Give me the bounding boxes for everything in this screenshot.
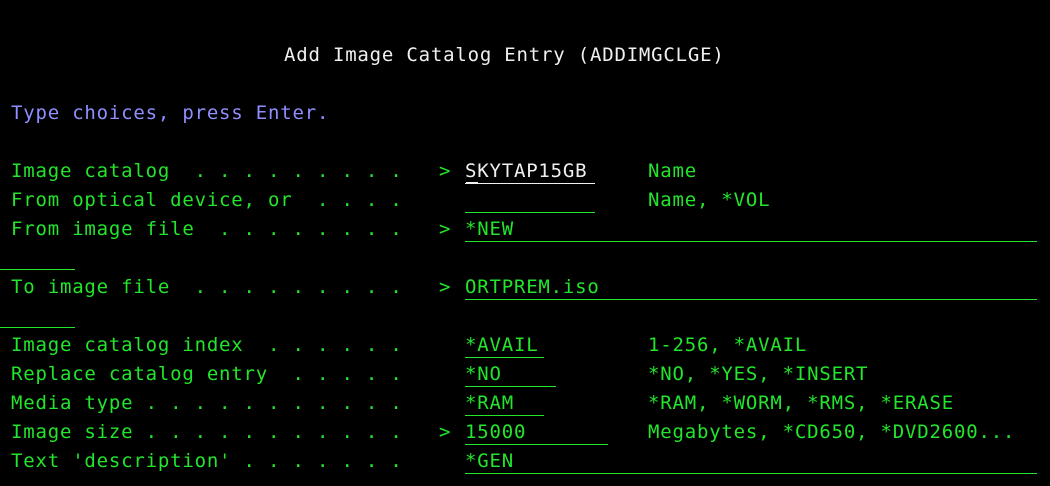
image-catalog-index-field[interactable]: *AVAIL [465,333,544,358]
screen-title: Add Image Catalog Entry (ADDIMGCLGE) [284,44,725,66]
hint-from-optical-device: Name, *VOL [648,189,771,211]
hint-image-size: Megabytes, *CD650, *DVD2600... [648,421,1016,443]
hint-image-catalog-index: 1-256, *AVAIL [648,334,808,356]
prompt-indicator: > [439,218,452,240]
label-text-description: Text 'description' . . . . . . . [11,450,403,472]
instruction-text: Type choices, press Enter. [11,102,330,124]
label-image-size: Image size . . . . . . . . . . . [11,421,403,443]
label-from-optical-device: From optical device, or . . . . [11,189,403,211]
prompt-indicator: > [439,276,452,298]
field-continuation-underline[interactable] [0,269,75,270]
hint-replace-catalog-entry: *NO, *YES, *INSERT [648,363,869,385]
from-optical-device-field[interactable] [465,188,595,213]
label-image-catalog: Image catalog . . . . . . . . . [11,160,403,182]
hint-media-type: *RAM, *WORM, *RMS, *ERASE [648,392,954,414]
prompt-indicator: > [439,160,452,182]
field-continuation-underline[interactable] [0,327,75,328]
label-image-catalog-index: Image catalog index . . . . . . [11,334,403,356]
label-media-type: Media type . . . . . . . . . . . [11,392,403,414]
hint-image-catalog: Name [648,160,697,182]
image-catalog-field[interactable]: SKYTAP15GB [465,159,595,184]
media-type-field[interactable]: *RAM [465,391,544,416]
terminal-screen: Add Image Catalog Entry (ADDIMGCLGE) Typ… [0,0,1050,486]
label-to-image-file: To image file . . . . . . . . . [11,276,403,298]
from-image-file-field[interactable]: *NEW [465,217,1037,242]
image-size-field[interactable]: 15000 [465,420,608,445]
replace-catalog-entry-field[interactable]: *NO [465,362,556,387]
prompt-indicator: > [439,421,452,443]
text-description-field[interactable]: *GEN [465,449,1037,474]
to-image-file-field[interactable]: ORTPREM.iso [465,275,1037,300]
label-replace-catalog-entry: Replace catalog entry . . . . . [11,363,403,385]
text-cursor [466,182,478,184]
label-from-image-file: From image file . . . . . . . . [11,218,403,240]
